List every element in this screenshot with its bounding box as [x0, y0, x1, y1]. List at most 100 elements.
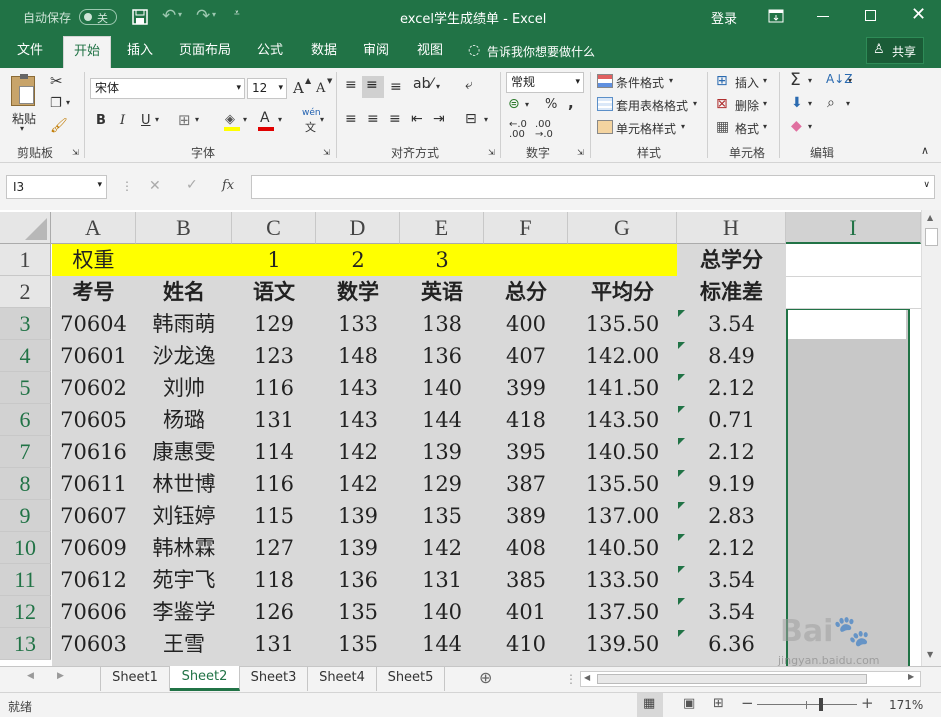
- fill-dropdown-icon[interactable]: ▾: [243, 115, 247, 124]
- cell-C12[interactable]: 126: [232, 596, 316, 628]
- cell-A9[interactable]: 70607: [51, 500, 136, 532]
- cell-C11[interactable]: 118: [232, 564, 316, 596]
- cut-icon[interactable]: ✂: [50, 72, 63, 90]
- cell-E6[interactable]: 144: [400, 404, 484, 436]
- cell-C2[interactable]: 语文: [232, 276, 316, 308]
- zoom-thumb[interactable]: [819, 698, 823, 711]
- cell-E12[interactable]: 140: [400, 596, 484, 628]
- cell-D12[interactable]: 135: [316, 596, 400, 628]
- cell-E8[interactable]: 129: [400, 468, 484, 500]
- autosum-icon[interactable]: Σ: [790, 70, 801, 90]
- zoom-in-icon[interactable]: +: [861, 694, 874, 712]
- scroll-down-icon[interactable]: ▼: [927, 650, 933, 659]
- format-painter-icon[interactable]: 🖌: [50, 118, 68, 134]
- cancel-icon[interactable]: ✕: [149, 178, 161, 194]
- cell-G8[interactable]: 135.50: [568, 468, 677, 500]
- share-button[interactable]: ♙ 共享: [866, 37, 924, 64]
- alignment-launcher-icon[interactable]: ⇲: [488, 148, 495, 157]
- cell-styles-button[interactable]: 单元格样式: [616, 120, 676, 137]
- next-sheet-icon[interactable]: ▶: [57, 671, 64, 681]
- cell-G3[interactable]: 135.50: [568, 308, 677, 340]
- insert-dropdown-icon[interactable]: ▾: [763, 76, 767, 85]
- tab-split-grip-icon[interactable]: ⋮: [565, 672, 577, 686]
- cell-B13[interactable]: 王雪: [136, 628, 232, 660]
- delete-dropdown-icon[interactable]: ▾: [763, 99, 767, 108]
- vertical-scrollbar[interactable]: ▲ ▼: [921, 210, 941, 666]
- copy-dropdown-icon[interactable]: ▾: [66, 98, 70, 107]
- collapse-ribbon-icon[interactable]: ∧: [921, 144, 929, 157]
- find-dropdown-icon[interactable]: ▾: [846, 99, 850, 108]
- cell-E4[interactable]: 136: [400, 340, 484, 372]
- normal-view-button[interactable]: ▦: [637, 693, 663, 717]
- name-box[interactable]: I3 ▾: [6, 175, 107, 199]
- cell-D11[interactable]: 136: [316, 564, 400, 596]
- zoom-out-icon[interactable]: −: [741, 694, 754, 712]
- cell-C10[interactable]: 127: [232, 532, 316, 564]
- row-header-12[interactable]: 12: [0, 596, 51, 628]
- customize-qat-icon[interactable]: ⩡: [234, 8, 240, 19]
- clear-dropdown-icon[interactable]: ▾: [808, 122, 812, 131]
- find-select-icon[interactable]: ⌕: [827, 95, 835, 111]
- wrap-text-icon[interactable]: ⤶: [465, 77, 473, 93]
- row-header-11[interactable]: 11: [0, 564, 51, 596]
- align-right-icon[interactable]: ≡: [389, 111, 401, 127]
- cell-D9[interactable]: 139: [316, 500, 400, 532]
- tab-file[interactable]: 文件: [10, 33, 50, 68]
- italic-button[interactable]: I: [120, 113, 125, 128]
- cell-D13[interactable]: 135: [316, 628, 400, 660]
- paste-icon[interactable]: [11, 74, 35, 106]
- cell-F2[interactable]: 总分: [484, 276, 568, 308]
- conditional-dropdown-icon[interactable]: ▾: [669, 76, 673, 85]
- font-color-button[interactable]: A: [258, 110, 274, 132]
- cell-A13[interactable]: 70603: [51, 628, 136, 660]
- error-indicator-icon[interactable]: [678, 406, 685, 413]
- merge-center-icon[interactable]: ⊟: [465, 111, 477, 127]
- redo-dropdown-icon[interactable]: ▾: [212, 10, 216, 19]
- cell-A12[interactable]: 70606: [51, 596, 136, 628]
- cell-H4[interactable]: 8.49: [677, 340, 786, 372]
- expand-formula-icon[interactable]: ∨: [923, 180, 930, 190]
- cell-C9[interactable]: 115: [232, 500, 316, 532]
- row-header-9[interactable]: 9: [0, 500, 51, 532]
- sort-dropdown-icon[interactable]: ▾: [848, 76, 852, 85]
- cell-F13[interactable]: 410: [484, 628, 568, 660]
- fill-color-button[interactable]: ◈: [224, 112, 240, 132]
- grow-font-icon[interactable]: A: [293, 79, 304, 97]
- cell-D1[interactable]: 2: [316, 244, 400, 276]
- fill-dropdown-icon[interactable]: ▾: [808, 99, 812, 108]
- merge-dropdown-icon[interactable]: ▾: [484, 115, 488, 124]
- column-header-G[interactable]: G: [568, 212, 677, 244]
- column-header-E[interactable]: E: [400, 212, 484, 244]
- cell-F4[interactable]: 407: [484, 340, 568, 372]
- font-size-select[interactable]: 12 ▾: [247, 78, 287, 99]
- row-header-3[interactable]: 3: [0, 308, 51, 340]
- cell-A1[interactable]: 权重: [51, 244, 136, 276]
- cell-E2[interactable]: 英语: [400, 276, 484, 308]
- cell-H8[interactable]: 9.19: [677, 468, 786, 500]
- font-color-dropdown-icon[interactable]: ▾: [278, 115, 282, 124]
- shrink-font-icon[interactable]: A: [316, 81, 325, 96]
- enter-icon[interactable]: ✓: [186, 177, 198, 193]
- cell-F10[interactable]: 408: [484, 532, 568, 564]
- zoom-level[interactable]: 171%: [889, 698, 923, 712]
- autosave-toggle[interactable]: 关: [79, 9, 117, 25]
- paste-dropdown-icon[interactable]: ▾: [20, 124, 24, 133]
- table-dropdown-icon[interactable]: ▾: [693, 99, 697, 108]
- error-indicator-icon[interactable]: [678, 630, 685, 637]
- tell-me-search[interactable]: 告诉我你想要做什么: [487, 43, 595, 60]
- cell-C5[interactable]: 116: [232, 372, 316, 404]
- sheet-tab-1[interactable]: Sheet1: [101, 667, 170, 691]
- align-top-icon[interactable]: ≡: [345, 77, 357, 93]
- tab-review[interactable]: 审阅: [354, 33, 398, 68]
- cell-G11[interactable]: 133.50: [568, 564, 677, 596]
- cell-A11[interactable]: 70612: [51, 564, 136, 596]
- accounting-dropdown-icon[interactable]: ▾: [525, 100, 529, 109]
- tab-data[interactable]: 数据: [302, 33, 346, 68]
- column-header-I[interactable]: I: [786, 212, 921, 244]
- cell-H2[interactable]: 标准差: [677, 276, 786, 308]
- column-header-D[interactable]: D: [316, 212, 400, 244]
- cell-D6[interactable]: 143: [316, 404, 400, 436]
- signin-link[interactable]: 登录: [711, 8, 737, 27]
- row-header-6[interactable]: 6: [0, 404, 51, 436]
- cell-E13[interactable]: 144: [400, 628, 484, 660]
